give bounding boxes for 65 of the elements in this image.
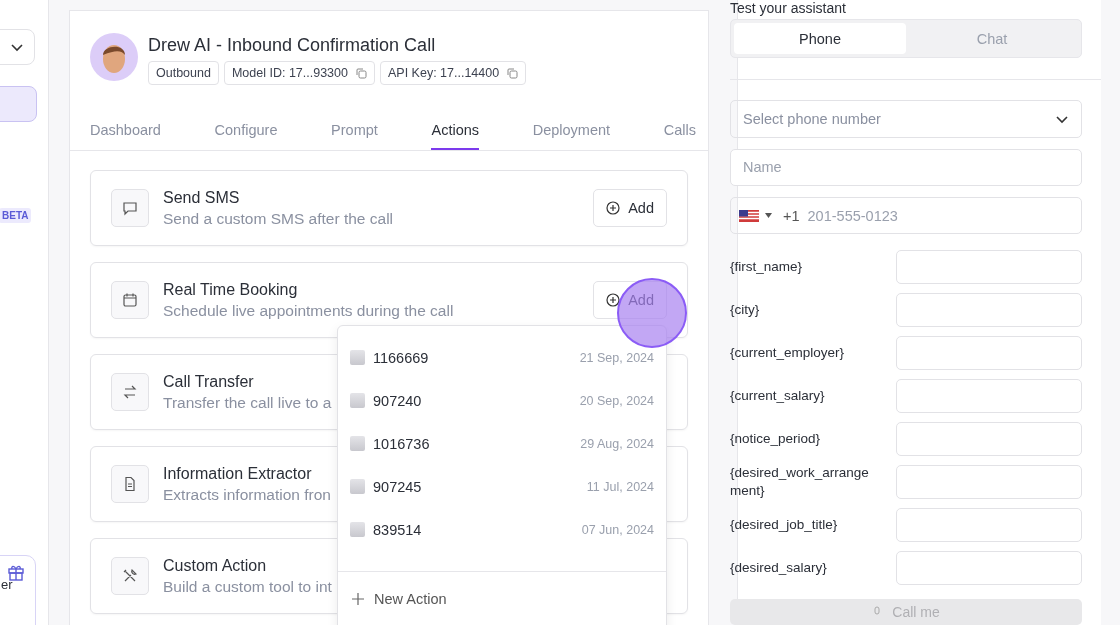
document-icon bbox=[111, 465, 149, 503]
logo-icon bbox=[350, 522, 365, 537]
logo-icon bbox=[350, 393, 365, 408]
action-description: Send a custom SMS after the call bbox=[163, 209, 394, 228]
variable-input[interactable] bbox=[896, 336, 1082, 371]
logo-icon bbox=[350, 479, 365, 494]
action-description: Schedule live appointments during the call bbox=[163, 301, 454, 320]
variable-label: {notice_period} bbox=[730, 430, 822, 449]
info-tag: Outbound bbox=[148, 61, 219, 85]
logo-icon bbox=[350, 350, 365, 365]
tools-icon bbox=[111, 557, 149, 595]
variable-label: {desired_work_arrangement} bbox=[730, 464, 870, 501]
panel-title: Test your assistant bbox=[730, 0, 847, 16]
variable-label: {desired_salary} bbox=[730, 559, 828, 578]
variable-input[interactable] bbox=[896, 422, 1082, 457]
variable-label: {current_salary} bbox=[730, 387, 826, 406]
info-tag: API Key: 17...14400 bbox=[379, 61, 527, 85]
action-title: Real Time Booking bbox=[163, 280, 299, 299]
phone-field[interactable]: +1 201-555-0123 bbox=[730, 197, 1082, 235]
plus-icon bbox=[352, 593, 364, 605]
variable-input[interactable] bbox=[896, 465, 1082, 500]
sidebar-dropdown[interactable] bbox=[0, 29, 35, 65]
menu-item[interactable]: 1016736 29 Aug, 2024 bbox=[338, 422, 666, 465]
logo-icon bbox=[350, 436, 365, 451]
variable-input[interactable] bbox=[896, 379, 1082, 414]
variable-input[interactable] bbox=[896, 508, 1082, 543]
new-action-item[interactable]: New Action bbox=[338, 572, 666, 625]
variable-input[interactable] bbox=[896, 250, 1082, 285]
name-field[interactable]: Name bbox=[730, 148, 1082, 187]
beta-badge: BETA bbox=[0, 208, 32, 223]
avatar bbox=[90, 33, 138, 81]
caret-icon bbox=[765, 213, 772, 219]
promo-card[interactable]: er bbox=[0, 555, 36, 625]
calendar-icon bbox=[111, 281, 149, 319]
action-title: Information Extractor bbox=[163, 464, 313, 483]
action-title: Send SMS bbox=[163, 188, 241, 207]
mode-tab[interactable]: Phone bbox=[734, 23, 906, 55]
action-description: Extracts information fron bbox=[163, 485, 331, 504]
variable-label: {city} bbox=[730, 301, 761, 320]
promo-text: er bbox=[1, 577, 13, 592]
variable-input[interactable] bbox=[896, 293, 1082, 328]
action-description: Build a custom tool to int bbox=[163, 577, 332, 596]
agent-title: Drew AI - Inbound Confirmation Call bbox=[148, 35, 437, 56]
message-icon bbox=[111, 189, 149, 227]
copy-icon[interactable] bbox=[507, 67, 519, 79]
plus-circle-icon bbox=[606, 293, 621, 307]
add-button[interactable]: Add bbox=[593, 189, 667, 227]
variable-label: {desired_job_title} bbox=[730, 516, 839, 535]
plus-circle-icon bbox=[606, 201, 621, 215]
variable-label: {current_employer} bbox=[730, 344, 846, 363]
action-title: Custom Action bbox=[163, 556, 268, 575]
info-tag: Model ID: 17...93300 bbox=[223, 61, 375, 85]
menu-item[interactable]: 1166669 21 Sep, 2024 bbox=[338, 336, 666, 379]
variable-input[interactable] bbox=[896, 551, 1082, 586]
sidebar-item[interactable] bbox=[0, 86, 37, 122]
tab[interactable]: Actions bbox=[431, 122, 480, 150]
gift-icon bbox=[7, 563, 25, 581]
menu-item[interactable]: 839514 07 Jun, 2024 bbox=[338, 508, 666, 551]
action-description: Transfer the call live to a bbox=[163, 393, 332, 412]
variable-label: {first_name} bbox=[730, 258, 804, 277]
copy-icon[interactable] bbox=[355, 67, 367, 79]
swap-arrows-icon bbox=[111, 373, 149, 411]
menu-item[interactable]: 907245 11 Jul, 2024 bbox=[338, 465, 666, 508]
menu-item[interactable]: 907240 20 Sep, 2024 bbox=[338, 379, 666, 422]
action-title: Call Transfer bbox=[163, 372, 255, 391]
